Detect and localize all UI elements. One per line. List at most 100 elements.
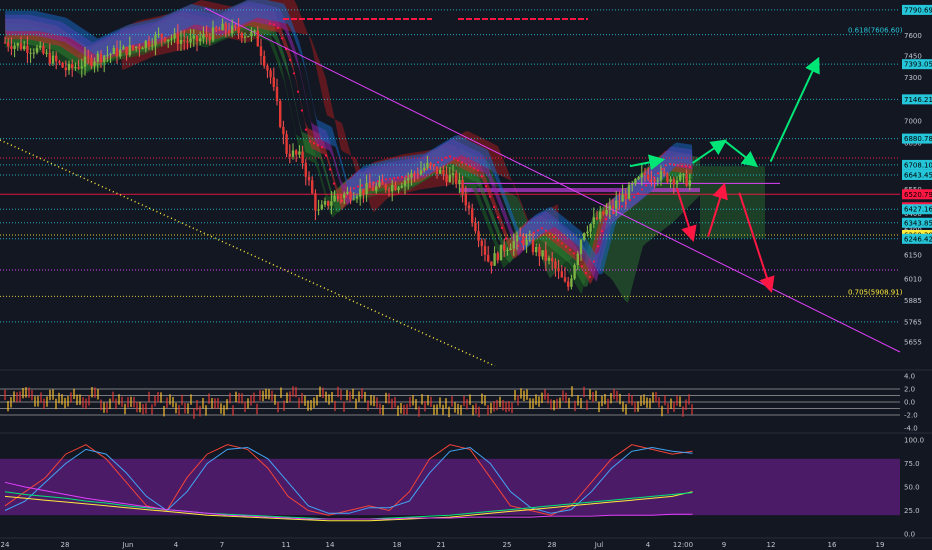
- candle-body: [522, 236, 525, 246]
- price-tick-label: 7000: [904, 117, 922, 125]
- ema-dot: [444, 156, 448, 159]
- ema-dot: [580, 265, 584, 268]
- candle-body: [474, 222, 477, 232]
- osc-tick-label: 2.0: [904, 386, 915, 394]
- candle-body: [355, 196, 359, 199]
- candle-body: [656, 180, 659, 182]
- ema-dot: [356, 185, 360, 188]
- candle-body: [538, 246, 541, 257]
- osc-tick-label: -4.0: [904, 425, 918, 433]
- ema-dot: [288, 58, 292, 62]
- candle-body: [611, 205, 615, 209]
- ema-dot: [504, 237, 508, 240]
- price-tag-label: 7393.05: [904, 61, 932, 69]
- candle-body: [285, 134, 288, 154]
- candle-body: [154, 35, 157, 46]
- stoch-tick-label: 25.0: [904, 507, 920, 515]
- candle-body: [224, 23, 227, 31]
- candle-body: [135, 46, 138, 49]
- candle-body: [247, 36, 250, 38]
- ema-dot: [448, 155, 452, 158]
- candle-body: [243, 36, 247, 38]
- candle-body: [669, 178, 672, 182]
- candle-body: [195, 35, 199, 42]
- candle-body: [250, 31, 253, 37]
- candle-body: [23, 45, 26, 50]
- time-tick-label: 7: [220, 541, 224, 549]
- time-tick-label: 12: [767, 541, 776, 549]
- candle-body: [189, 38, 192, 43]
- candle-body: [160, 34, 163, 38]
- candle-body: [93, 61, 96, 66]
- time-tick-label: 18: [393, 541, 402, 549]
- candle-body: [202, 34, 205, 39]
- candle-body: [563, 277, 567, 282]
- candle-body: [144, 40, 147, 49]
- candle-body: [339, 196, 343, 198]
- candle-body: [653, 179, 656, 182]
- candle-body: [90, 57, 93, 66]
- ema-dot: [556, 239, 560, 242]
- stoch-tick-label: 50.0: [904, 484, 920, 492]
- candle-body: [672, 178, 675, 185]
- candle-body: [320, 204, 323, 210]
- candle-body: [650, 179, 653, 181]
- candle-body: [218, 29, 221, 31]
- candle-body: [157, 34, 160, 36]
- ema-dot: [304, 128, 308, 131]
- ema-dot: [480, 175, 484, 178]
- candle-body: [352, 198, 355, 200]
- candle-body: [163, 37, 167, 42]
- candle-body: [445, 174, 448, 183]
- candle-body: [279, 101, 282, 127]
- ema-dot: [672, 163, 676, 166]
- candle-body: [253, 30, 256, 32]
- candle-body: [419, 170, 423, 175]
- candle-body: [48, 52, 51, 64]
- candle-body: [496, 253, 499, 261]
- candle-body: [605, 209, 608, 215]
- candle-body: [359, 188, 362, 197]
- candle-body: [464, 194, 467, 206]
- ema-dot: [684, 165, 688, 168]
- time-tick-label: 21: [437, 541, 446, 549]
- candle-body: [375, 186, 378, 191]
- osc-tick-label: 0.0: [904, 399, 915, 407]
- ema-dot: [592, 260, 596, 263]
- candle-body: [208, 36, 211, 41]
- candle-body: [602, 211, 605, 215]
- candle-body: [327, 201, 330, 206]
- candle-body: [61, 62, 64, 68]
- candle-body: [109, 53, 112, 55]
- candle-body: [103, 55, 106, 62]
- candle-body: [487, 254, 490, 262]
- candle-body: [570, 278, 573, 287]
- ema-dot: [272, 23, 276, 26]
- candle-body: [547, 257, 551, 261]
- candle-body: [675, 180, 679, 185]
- ema-dot: [544, 229, 548, 232]
- price-tick-label: 5765: [904, 318, 922, 326]
- candle-body: [330, 201, 333, 206]
- ema-dot: [324, 154, 328, 157]
- candle-body: [122, 46, 125, 50]
- candle-body: [19, 43, 23, 50]
- candle-body: [448, 175, 451, 183]
- osc-tick-label: -2.0: [904, 412, 918, 420]
- candle-body: [493, 253, 496, 266]
- candle-body: [51, 55, 55, 64]
- ema-dot: [312, 142, 316, 145]
- ema-dot: [560, 242, 564, 245]
- candle-body: [688, 180, 691, 186]
- candle-body: [333, 195, 336, 202]
- time-tick-label: 12:00: [673, 541, 693, 549]
- ema-dot: [436, 161, 440, 164]
- candle-body: [624, 194, 627, 199]
- candle-body: [77, 67, 80, 69]
- candle-body: [560, 271, 563, 278]
- candle-body: [627, 184, 631, 199]
- candle-body: [186, 41, 189, 43]
- candle-body: [288, 153, 291, 157]
- ema-dot: [604, 217, 608, 221]
- candle-body: [240, 33, 243, 38]
